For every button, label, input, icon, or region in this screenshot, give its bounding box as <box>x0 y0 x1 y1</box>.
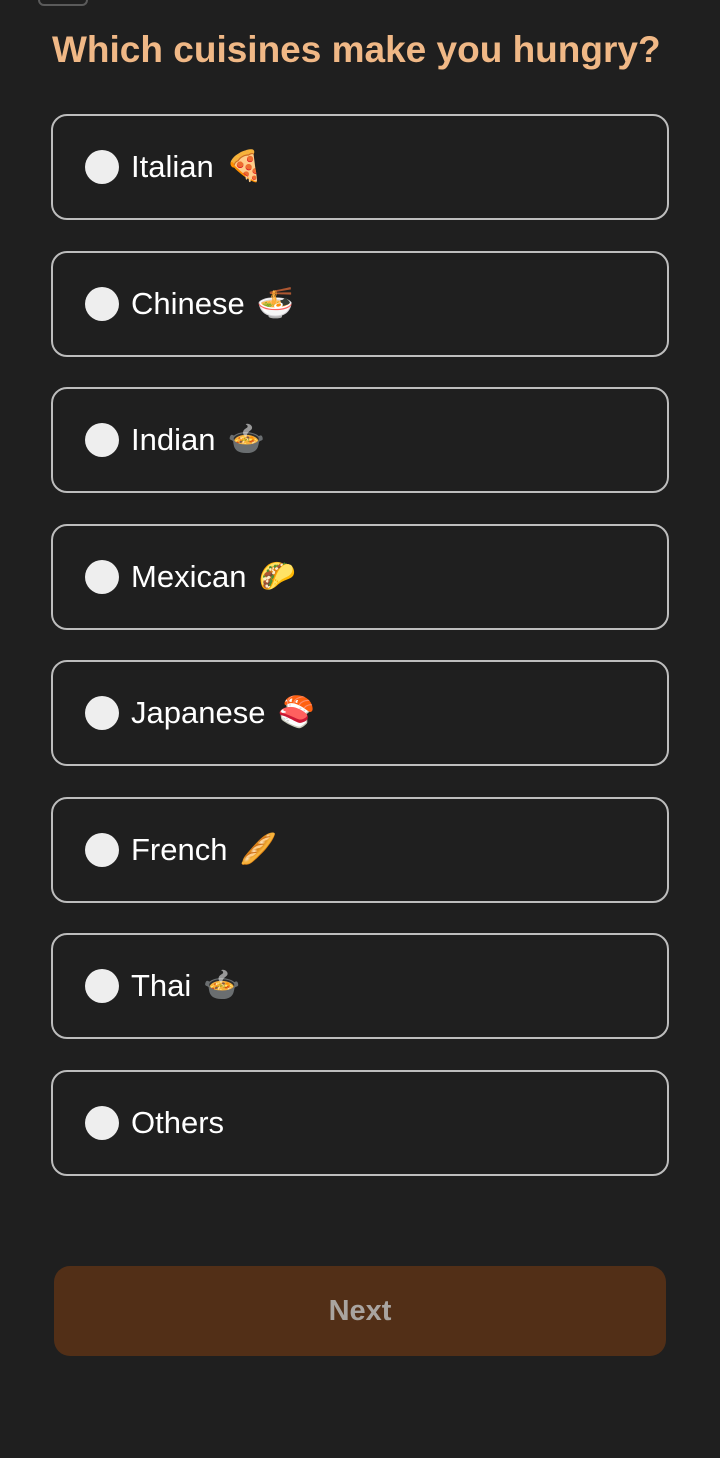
pizza-icon: 🍕 <box>225 150 264 183</box>
sushi-icon: 🍣 <box>277 696 315 729</box>
next-button[interactable]: Next <box>54 1266 666 1356</box>
radio-button[interactable] <box>85 150 119 184</box>
cuisine-options-list: Italian 🍕 Chinese 🍜 Indian 🍲 Mexican 🌮 J… <box>51 114 669 1206</box>
option-label: Italian <box>131 149 214 184</box>
option-label: Indian <box>131 422 216 457</box>
top-partial-icon <box>38 0 88 6</box>
radio-button[interactable] <box>85 423 119 457</box>
option-chinese[interactable]: Chinese 🍜 <box>51 250 669 357</box>
option-label: Chinese <box>131 285 245 321</box>
option-label: Others <box>131 1104 225 1140</box>
option-label: Mexican <box>131 558 247 594</box>
option-mexican[interactable]: Mexican 🌮 <box>51 523 669 630</box>
option-indian[interactable]: Indian 🍲 <box>51 387 669 493</box>
curry-pot-icon: 🍲 <box>227 423 265 456</box>
option-label: French <box>131 831 228 867</box>
radio-button[interactable] <box>85 696 119 730</box>
option-french[interactable]: French 🥖 <box>51 796 669 903</box>
option-italian[interactable]: Italian 🍕 <box>51 114 669 220</box>
option-japanese[interactable]: Japanese 🍣 <box>51 660 669 766</box>
option-others[interactable]: Others <box>51 1069 669 1176</box>
radio-button[interactable] <box>85 1105 119 1140</box>
radio-button[interactable] <box>85 559 119 594</box>
radio-button[interactable] <box>85 969 119 1003</box>
option-label: Japanese <box>131 695 266 730</box>
option-label: Thai <box>131 968 192 1003</box>
radio-button[interactable] <box>85 286 119 321</box>
noodle-bowl-icon: 🍜 <box>256 286 295 320</box>
option-thai[interactable]: Thai 🍲 <box>51 933 669 1039</box>
radio-button[interactable] <box>85 832 119 867</box>
baguette-icon: 🥖 <box>239 832 277 866</box>
taco-icon: 🌮 <box>258 559 296 593</box>
soup-pot-icon: 🍲 <box>203 969 241 1002</box>
question-title: Which cuisines make you hungry? <box>52 29 661 70</box>
